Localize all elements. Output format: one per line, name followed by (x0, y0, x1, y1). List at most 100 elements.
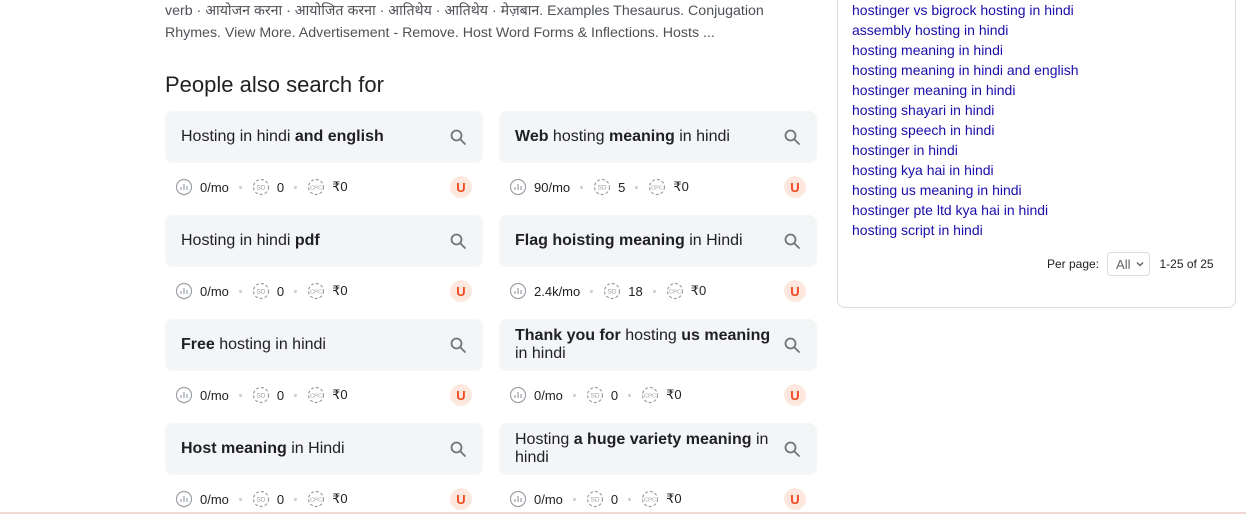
pas-query-chip[interactable]: Flag hoisting meaning in Hindi (499, 215, 817, 267)
seo-difficulty-value: 0 (276, 179, 285, 195)
svg-text:SD: SD (256, 289, 265, 296)
cpc-value: ₹0 (666, 387, 682, 402)
pas-query-chip[interactable]: Hosting a huge variety meaning in hindi (499, 423, 817, 475)
related-keyword-link[interactable]: hostinger vs bigrock hosting in hindi (852, 0, 1079, 20)
pagination: Per page: All 1-25 of 25 (1047, 252, 1214, 276)
pas-item: Thank you for hosting us meaning in hind… (499, 319, 817, 406)
cpc-icon: CPC (308, 386, 325, 404)
svg-text:SD: SD (598, 185, 607, 192)
svg-text:SD: SD (608, 289, 617, 296)
pas-query-part: Hosting (515, 431, 574, 448)
pas-query-part: Hosting in hindi (181, 128, 295, 145)
pas-query-part: us meaning (681, 327, 771, 344)
seo-difficulty-icon: SD (594, 178, 611, 196)
keyword-badge[interactable]: U (450, 176, 472, 198)
search-icon[interactable] (449, 128, 467, 146)
related-keyword-link[interactable]: hostinger pte ltd kya hai in hindi (852, 200, 1079, 220)
seo-difficulty-value: 0 (610, 387, 619, 403)
svg-text:SD: SD (590, 497, 599, 504)
pas-item: Flag hoisting meaning in Hindi 2.4k/mo SD 1… (499, 215, 817, 302)
search-icon[interactable] (449, 232, 467, 250)
cpc-icon: CPC (666, 282, 683, 300)
search-volume-icon (509, 386, 527, 404)
cpc-value-stat: CPC ₹0 (297, 386, 348, 404)
pas-item-stats: 90/mo SD 5 CPC ₹0 U (499, 169, 817, 205)
keyword-badge[interactable]: U (450, 488, 472, 510)
search-icon[interactable] (783, 128, 801, 146)
search-volume-value: 2.4k/mo (534, 283, 581, 299)
pas-query-text: Hosting in hindi pdf (181, 232, 320, 250)
search-volume-icon (175, 178, 193, 196)
svg-text:SD: SD (256, 497, 265, 504)
people-also-search-title: People also search for (165, 72, 384, 97)
pas-item: Hosting a huge variety meaning in hindi 0… (499, 423, 817, 510)
pas-query-chip[interactable]: Hosting in hindi and english (165, 111, 483, 163)
search-icon[interactable] (783, 440, 801, 458)
related-keyword-link[interactable]: hostinger in hindi (852, 140, 1079, 160)
keyword-badge[interactable]: U (784, 176, 806, 198)
pas-query-part: pdf (294, 232, 320, 249)
search-volume-value: 90/mo (534, 179, 571, 195)
seo-difficulty-value-stat: SD 0 (242, 282, 284, 300)
keyword-badge[interactable]: U (784, 488, 806, 510)
pas-query-text: Free hosting in hindi (181, 336, 326, 354)
pas-query-part: meaning (608, 128, 675, 145)
pas-item-stats: 0/mo SD 0 CPC ₹0 U (165, 169, 483, 205)
svg-text:CPC: CPC (310, 289, 322, 295)
search-icon[interactable] (449, 440, 467, 458)
cpc-value: ₹0 (666, 491, 682, 506)
related-keyword-link[interactable]: hostinger meaning in hindi (852, 80, 1079, 100)
keyword-badge[interactable]: U (784, 280, 806, 302)
pas-query-part: and english (294, 128, 384, 145)
search-volume-icon (509, 490, 527, 508)
pas-query-text: Web hosting meaning in hindi (515, 128, 730, 146)
related-keyword-link[interactable]: hosting kya hai in hindi (852, 160, 1079, 180)
search-icon[interactable] (449, 336, 467, 354)
svg-text:CPC: CPC (644, 497, 656, 503)
seo-difficulty-value: 5 (618, 179, 626, 195)
pas-query-chip[interactable]: Hosting in hindi pdf (165, 215, 483, 267)
per-page-select[interactable]: All (1107, 252, 1150, 276)
seo-difficulty-value: 0 (276, 491, 285, 507)
search-volume-value-stat: 2.4k/mo (499, 282, 580, 300)
cpc-icon: CPC (308, 178, 325, 196)
keyword-badge[interactable]: U (450, 384, 472, 406)
search-volume-icon (175, 490, 193, 508)
cpc-value: ₹0 (673, 179, 689, 194)
seo-difficulty-icon: SD (252, 386, 270, 404)
pas-query-chip[interactable]: Host meaning in Hindi (165, 423, 483, 475)
search-volume-value: 0/mo (534, 387, 563, 403)
keyword-badge[interactable]: U (450, 280, 472, 302)
svg-text:CPC: CPC (310, 497, 322, 503)
cpc-icon: CPC (642, 386, 659, 404)
seo-difficulty-icon: SD (604, 282, 621, 300)
pas-query-part: hosting (620, 327, 682, 344)
related-keyword-link[interactable]: hosting speech in hindi (852, 120, 1079, 140)
pas-item: Hosting in hindi and english 0/mo SD 0 CPC ₹0… (165, 111, 483, 198)
pas-query-chip[interactable]: Free hosting in hindi (165, 319, 483, 371)
related-keyword-link[interactable]: hosting us meaning in hindi (852, 180, 1079, 200)
search-icon[interactable] (783, 232, 801, 250)
pas-query-chip[interactable]: Thank you for hosting us meaning in hind… (499, 319, 817, 371)
related-keyword-link[interactable]: assembly hosting in hindi (852, 20, 1079, 40)
seo-difficulty-value-stat: SD 0 (576, 490, 618, 508)
related-keyword-link[interactable]: hosting meaning in hindi (852, 40, 1079, 60)
keyword-badge[interactable]: U (784, 384, 806, 406)
svg-text:SD: SD (256, 393, 265, 400)
pas-query-chip[interactable]: Web hosting meaning in hindi (499, 111, 817, 163)
search-volume-value-stat: 90/mo (499, 178, 570, 196)
seo-difficulty-value-stat: SD 0 (242, 490, 284, 508)
svg-text:CPC: CPC (310, 393, 322, 399)
search-icon[interactable] (783, 336, 801, 354)
per-page-value: All (1116, 256, 1131, 272)
pas-item: Host meaning in Hindi 0/mo SD 0 CPC ₹0 U (165, 423, 483, 510)
seo-difficulty-icon: SD (252, 178, 270, 196)
cpc-icon: CPC (642, 490, 659, 508)
cpc-value: ₹0 (332, 491, 348, 506)
search-volume-value: 0/mo (200, 283, 229, 299)
related-keyword-link[interactable]: hosting shayari in hindi (852, 100, 1079, 120)
related-keyword-link[interactable]: hosting script in hindi (852, 220, 1079, 240)
pas-item-stats: 0/mo SD 0 CPC ₹0 U (165, 377, 483, 413)
related-keyword-link[interactable]: hosting meaning in hindi and english (852, 60, 1079, 80)
seo-difficulty-value-stat: SD 0 (576, 386, 618, 404)
